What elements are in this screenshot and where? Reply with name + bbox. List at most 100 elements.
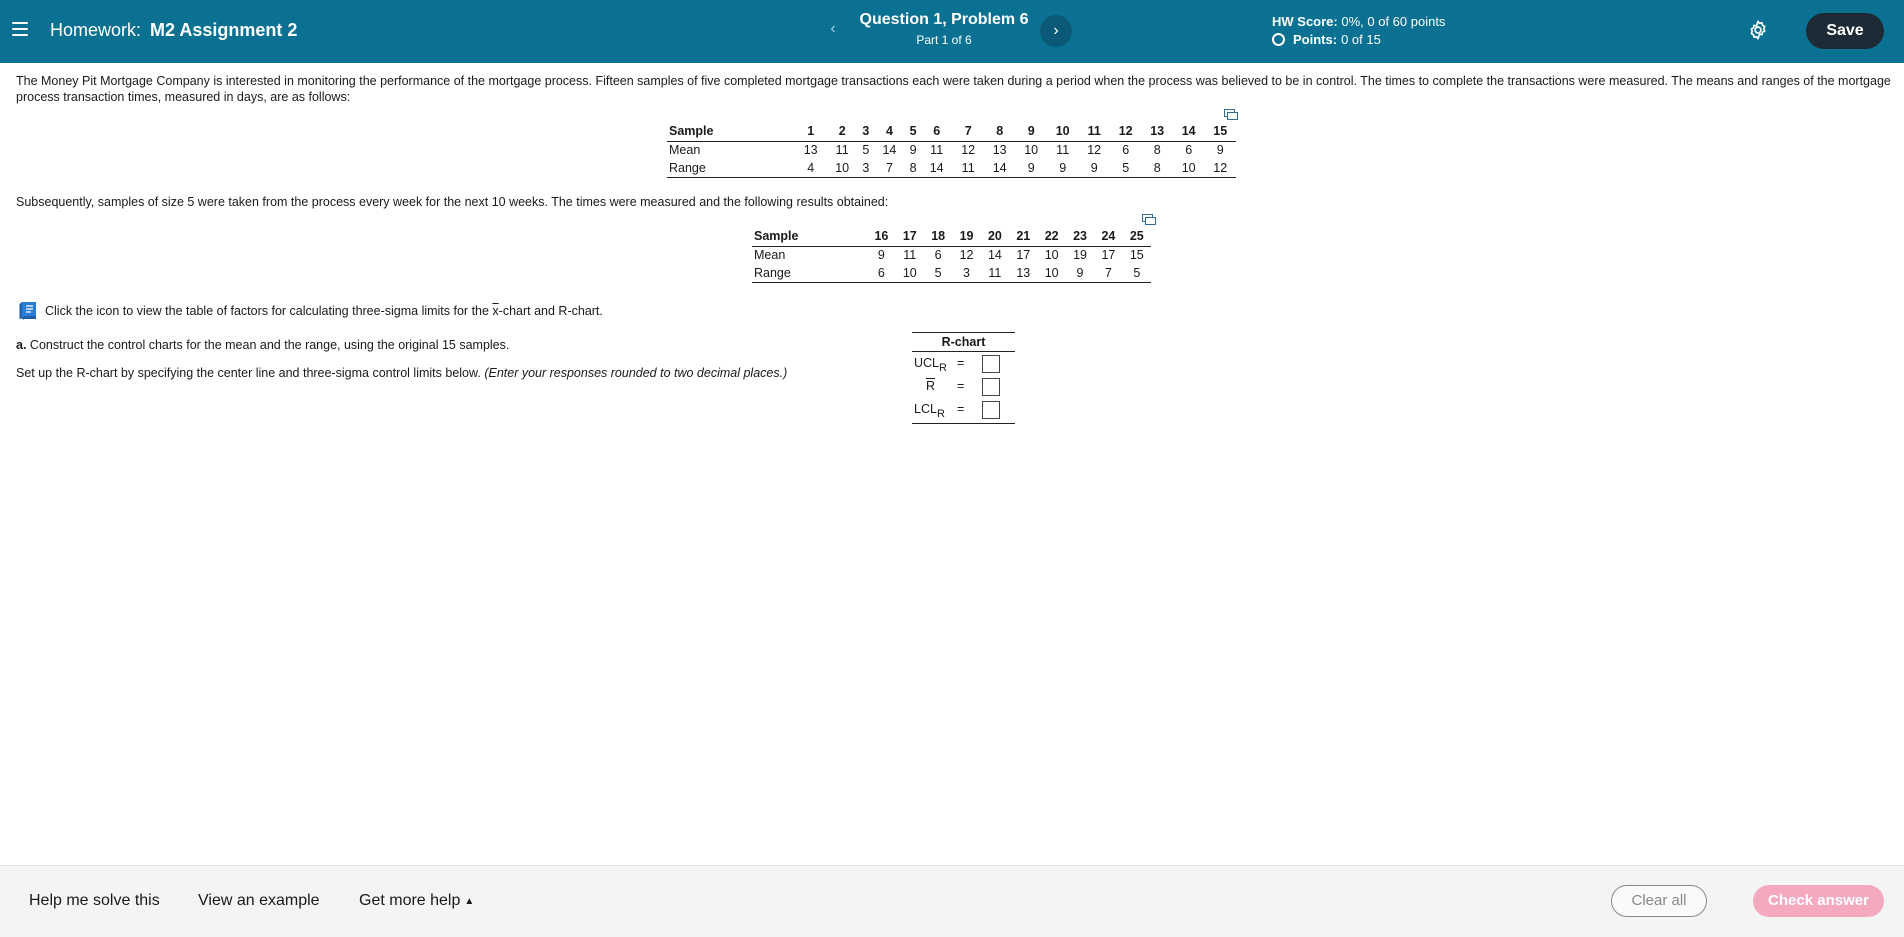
book-icon[interactable] <box>18 301 38 320</box>
range-value: 9 <box>1015 159 1047 178</box>
copy-table-icon[interactable] <box>1224 109 1238 120</box>
sample-number: 11 <box>1078 122 1110 142</box>
sample-number: 10 <box>1046 122 1079 142</box>
range-row: Range 4 10 3 7 8 14 11 14 9 9 9 5 8 10 12 <box>667 159 1236 178</box>
ucl-label: UCLR <box>914 356 947 374</box>
previous-question-button[interactable]: ‹ <box>818 14 848 44</box>
save-button[interactable]: Save <box>1806 13 1884 49</box>
range-value: 5 <box>1109 159 1142 178</box>
ucl-input[interactable] <box>982 355 1000 373</box>
table-bottom-rule <box>912 421 1015 424</box>
range-label: Range <box>752 264 868 283</box>
help-me-solve-link[interactable]: Help me solve this <box>29 892 160 910</box>
equals-sign: = <box>957 356 965 370</box>
range-value: 5 <box>923 264 953 283</box>
clear-all-button[interactable]: Clear all <box>1611 885 1707 917</box>
sample-number: 24 <box>1094 227 1123 247</box>
caret-up-icon: ▲ <box>464 896 475 907</box>
gear-icon[interactable] <box>1747 19 1769 41</box>
setup-text: Set up the R-chart by specifying the cen… <box>16 366 788 380</box>
get-more-help-link[interactable]: Get more help ▲ <box>359 892 474 910</box>
range-value: 7 <box>1094 264 1123 283</box>
range-value: 12 <box>1204 159 1236 178</box>
equals-sign: = <box>957 402 965 416</box>
mean-value: 6 <box>934 248 942 263</box>
range-value: 9 <box>1078 159 1110 178</box>
range-value: 13 <box>1009 264 1038 283</box>
setup-hint: (Enter your responses rounded to two dec… <box>484 366 788 380</box>
sample-number: 22 <box>1037 227 1066 247</box>
hw-score: HW Score: 0%, 0 of 60 points <box>1272 14 1445 29</box>
sample-number: 6 <box>920 122 953 142</box>
sample-number: 16 <box>867 227 896 247</box>
mean-row: Mean 9 11 6 12 14 17 10 19 17 15 <box>752 246 1151 264</box>
sample-number: 2 <box>826 122 858 142</box>
range-value: 10 <box>1172 159 1205 178</box>
mean-value: 9 <box>877 248 885 263</box>
range-value: 8 <box>1141 159 1173 178</box>
factors-text: Click the icon to view the table of fact… <box>45 304 603 318</box>
mean-value: 9 <box>909 143 917 158</box>
mean-value: 11 <box>835 143 849 158</box>
subsequent-text: Subsequently, samples of size 5 were tak… <box>16 195 889 209</box>
range-value: 8 <box>905 159 921 178</box>
mean-label: Mean <box>669 143 701 158</box>
range-value: 10 <box>826 159 858 178</box>
range-label: Range <box>667 159 795 178</box>
range-value: 3 <box>857 159 874 178</box>
sample-number: 1 <box>794 122 827 142</box>
mean-value: 13 <box>992 143 1007 158</box>
sample-number: 20 <box>980 227 1010 247</box>
sample-number: 17 <box>895 227 924 247</box>
sample-number: 8 <box>983 122 1016 142</box>
mean-value: 13 <box>803 143 818 158</box>
sample-number: 18 <box>923 227 953 247</box>
check-answer-button[interactable]: Check answer <box>1753 885 1884 917</box>
part-a-text: a. Construct the control charts for the … <box>16 338 510 352</box>
sample-number: 9 <box>1015 122 1047 142</box>
next-question-button[interactable]: › <box>1040 15 1072 47</box>
sample-header: Sample <box>752 227 868 247</box>
mean-value: 12 <box>961 143 976 158</box>
copy-table-icon[interactable] <box>1142 214 1156 225</box>
mean-value: 17 <box>1101 248 1116 263</box>
homework-label: Homework: <box>50 20 142 40</box>
points-label: Points: <box>1293 32 1338 47</box>
center-line-row: R = <box>912 375 1015 398</box>
part-a-label: a. <box>16 338 27 352</box>
mean-label: Mean <box>754 248 786 263</box>
subsequent-samples-table: Sample 16 17 18 19 20 21 22 23 24 25 Mean 9 11 6 12 1… <box>752 227 1151 283</box>
rbar-input[interactable] <box>982 378 1000 396</box>
table-header-row: Sample 16 17 18 19 20 21 22 23 24 25 <box>752 227 1151 247</box>
lcl-row: LCLR = <box>912 398 1015 421</box>
problem-intro: The Money Pit Mortgage Company is intere… <box>16 74 1891 104</box>
mean-value: 15 <box>1129 248 1144 263</box>
points: Points: 0 of 15 <box>1272 32 1381 47</box>
range-value: 11 <box>952 159 984 178</box>
sample-number: 12 <box>1109 122 1142 142</box>
mean-value: 6 <box>1122 143 1130 158</box>
range-row: Range 6 10 5 3 11 13 10 9 7 5 <box>752 264 1151 283</box>
baseline-samples-table: Sample 1 2 3 4 5 6 7 8 9 10 11 12 13 14 15 Mean 13 11 5 1… <box>667 122 1236 178</box>
mean-value: 11 <box>903 248 917 263</box>
ucl-row: UCLR = <box>912 352 1015 375</box>
range-value: 7 <box>873 159 906 178</box>
hw-score-label: HW Score: <box>1272 14 1338 29</box>
sample-number: 21 <box>1009 227 1038 247</box>
homework-title: Homework: M2 Assignment 2 <box>50 20 297 41</box>
sample-number: 13 <box>1141 122 1173 142</box>
lcl-input[interactable] <box>982 401 1000 419</box>
view-example-link[interactable]: View an example <box>198 892 320 910</box>
mean-value: 12 <box>959 248 974 263</box>
table-header-row: Sample 1 2 3 4 5 6 7 8 9 10 11 12 13 14 15 <box>667 122 1236 142</box>
equals-sign: = <box>957 379 965 393</box>
mean-value: 10 <box>1044 248 1059 263</box>
mean-value: 14 <box>987 248 1002 263</box>
sample-number: 7 <box>952 122 984 142</box>
r-chart-title: R-chart <box>912 332 1015 352</box>
top-bar: Homework: M2 Assignment 2 ‹ Question 1, … <box>0 0 1904 63</box>
mean-value: 6 <box>1185 143 1193 158</box>
hamburger-menu-icon[interactable] <box>12 22 28 36</box>
points-value: 0 of 15 <box>1341 32 1381 47</box>
mean-value: 5 <box>862 143 870 158</box>
